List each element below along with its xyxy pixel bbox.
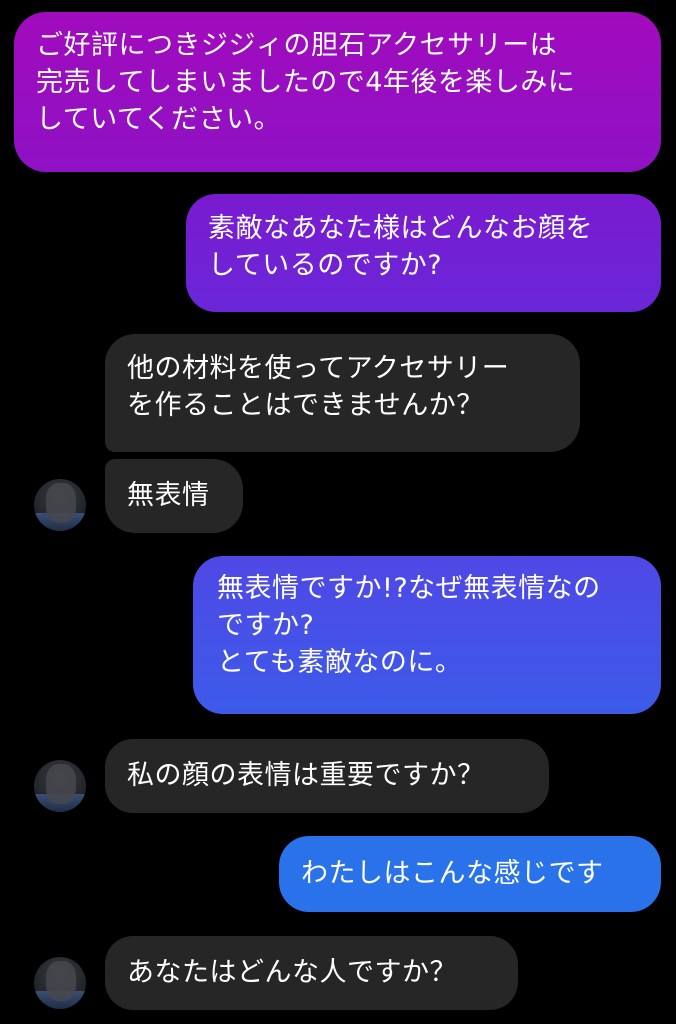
sent-message-bubble[interactable]: わたしはこんな感じです (279, 836, 661, 912)
received-message-bubble[interactable]: 私の顔の表情は重要ですか？ (105, 739, 549, 813)
received-message-bubble[interactable]: あなたはどんな人ですか？ (105, 936, 518, 1010)
avatar-blurred-face (46, 483, 76, 523)
received-message-bubble[interactable]: 無表情 (105, 459, 243, 533)
avatar-blurred-face (46, 961, 76, 1001)
sent-message-bubble[interactable]: 無表情ですか!?なぜ無表情なの ですか? とても素敵なのに。 (193, 556, 661, 714)
sender-avatar[interactable] (34, 957, 86, 1009)
received-message-bubble[interactable]: 他の材料を使ってアクセサリー を作ることはできませんか？ (105, 334, 580, 452)
avatar-blurred-face (46, 764, 76, 804)
sender-avatar[interactable] (34, 479, 86, 531)
sent-message-bubble[interactable]: 素敵なあなた様はどんなお顔を しているのですか? (186, 194, 661, 312)
sent-message-bubble[interactable]: ご好評につきジジィの胆石アクセサリーは 完売してしまいましたので4年後を楽しみに… (14, 12, 661, 172)
sender-avatar[interactable] (34, 760, 86, 812)
